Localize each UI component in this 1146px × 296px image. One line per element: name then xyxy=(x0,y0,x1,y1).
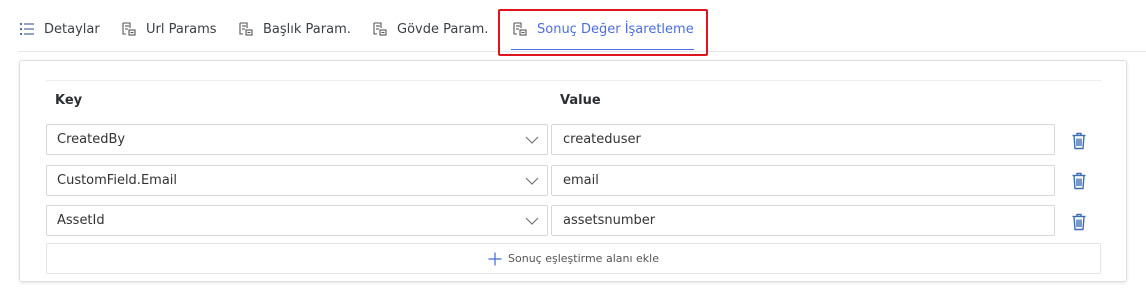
delete-row-button[interactable] xyxy=(1071,213,1087,231)
chevron-down-icon xyxy=(525,134,539,146)
tab-govde-param[interactable]: Gövde Param. xyxy=(372,12,488,46)
tab-label: Gövde Param. xyxy=(397,21,489,37)
trash-icon xyxy=(1071,213,1087,235)
key-select[interactable]: CustomField.Email xyxy=(46,165,548,196)
value-input-text: createduser xyxy=(563,132,641,147)
value-input-text: email xyxy=(563,173,599,188)
value-input[interactable]: assetsnumber xyxy=(551,205,1055,236)
tab-label: Başlık Param. xyxy=(263,21,351,37)
tab-label: Detaylar xyxy=(44,21,100,37)
value-input[interactable]: createduser xyxy=(551,124,1055,155)
key-select-value: AssetId xyxy=(57,213,105,228)
tab-bar: Detaylar Url Params Başlık Param. Gövde … xyxy=(0,0,1146,56)
trash-icon xyxy=(1071,172,1087,194)
key-select-value: CreatedBy xyxy=(57,132,126,147)
add-mapping-label: Sonuç eşleştirme alanı ekle xyxy=(508,252,659,265)
tab-divider xyxy=(18,51,1146,52)
trash-icon xyxy=(1071,132,1087,154)
card-divider xyxy=(46,80,1102,81)
delete-row-button[interactable] xyxy=(1071,172,1087,190)
column-header-value: Value xyxy=(560,93,601,108)
value-input[interactable]: email xyxy=(551,165,1055,196)
key-select-value: CustomField.Email xyxy=(57,173,178,188)
chevron-down-icon xyxy=(525,175,539,187)
key-select[interactable]: AssetId xyxy=(46,205,548,236)
delete-row-button[interactable] xyxy=(1071,132,1087,150)
form-icon xyxy=(121,21,137,37)
column-header-key: Key xyxy=(55,93,83,108)
tab-baslik-param[interactable]: Başlık Param. xyxy=(238,12,351,46)
tab-label: Url Params xyxy=(146,21,217,37)
key-select[interactable]: CreatedBy xyxy=(46,124,548,155)
tab-url-params[interactable]: Url Params xyxy=(121,12,217,46)
value-input-text: assetsnumber xyxy=(563,213,656,228)
active-tab-indicator xyxy=(511,49,694,50)
form-icon xyxy=(512,21,528,37)
add-mapping-button[interactable]: Sonuç eşleştirme alanı ekle xyxy=(46,243,1101,274)
tab-detaylar[interactable]: Detaylar xyxy=(19,12,100,46)
plus-icon xyxy=(488,252,502,266)
tab-label: Sonuç Değer İşaretleme xyxy=(537,21,694,37)
list-icon xyxy=(19,21,35,37)
form-icon xyxy=(372,21,388,37)
chevron-down-icon xyxy=(525,215,539,227)
tab-sonuc-deger-isaretleme[interactable]: Sonuç Değer İşaretleme xyxy=(512,12,694,46)
form-icon xyxy=(238,21,254,37)
